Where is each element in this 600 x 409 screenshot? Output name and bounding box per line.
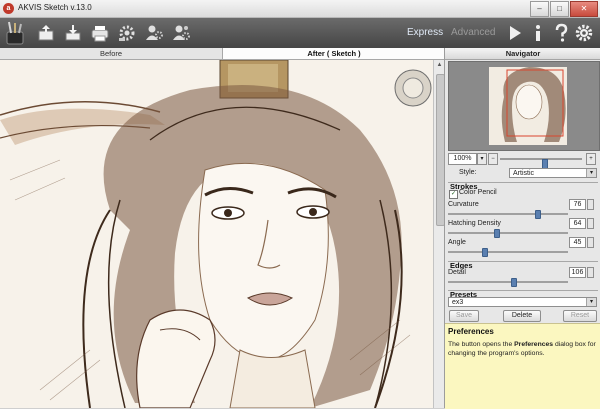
style-select[interactable]: Artistic ▾ [509,168,597,178]
reset-preset-button[interactable]: Reset [563,310,597,322]
detail-spinner[interactable] [587,267,594,278]
angle-value-field[interactable]: 45 [569,237,586,248]
settings-panel: Navigator 100% ▾ − + Style: Artistic ▾ S… [444,48,600,409]
zoom-slider-track[interactable] [500,158,582,170]
navigator-preview[interactable] [448,61,600,151]
edges-section: Edges [448,261,598,270]
curvature-slider-thumb[interactable] [535,210,541,219]
style-value: Artistic [513,170,534,177]
presets-value: ex3 [452,299,464,306]
open-icon[interactable] [36,23,56,43]
curvature-value-field[interactable]: 76 [569,199,586,210]
close-button[interactable]: ✕ [570,1,598,17]
scroll-up-arrow-icon[interactable]: ▲ [435,61,444,70]
maximize-button[interactable]: □ [550,1,569,17]
print-icon[interactable] [90,23,110,43]
plugin-settings-icon[interactable] [144,23,164,43]
zoom-in-icon[interactable]: + [586,153,596,165]
curvature-slider-track[interactable] [448,210,568,219]
style-label: Style: [459,169,477,176]
info-icon[interactable] [528,23,548,43]
hatching-density-slider-thumb[interactable] [494,229,500,238]
curvature-label: Curvature [448,201,479,208]
image-canvas[interactable] [0,60,433,408]
help-text-emphasis: Preferences [514,341,554,348]
navigator-thumbnail [449,62,599,150]
navigator-title: Navigator [445,48,600,60]
help-text-part-1: The button opens the [448,341,515,348]
window-title: AKVIS Sketch v.13.0 [18,3,92,12]
save-icon[interactable] [63,23,83,43]
window-controls: – □ ✕ [530,1,598,17]
detail-label: Detail [448,269,466,276]
color-pencil-label: Color Pencil [459,189,497,196]
help-icon[interactable] [551,23,571,43]
style-dropdown-chevron-icon[interactable]: ▾ [586,169,596,177]
hatching-density-value-field[interactable]: 64 [569,218,586,229]
angle-spinner[interactable] [587,237,594,248]
hatching-density-label: Hatching Density [448,220,501,227]
angle-slider-track[interactable] [448,248,568,257]
delete-preset-button[interactable]: Delete [503,310,541,322]
angle-slider-thumb[interactable] [482,248,488,257]
title-bar: a AKVIS Sketch v.13.0 – □ ✕ [0,0,600,18]
run-icon[interactable] [505,23,525,43]
detail-value-field[interactable]: 106 [569,267,586,278]
zoom-dropdown-chevron-icon[interactable]: ▾ [477,153,487,165]
help-title: Preferences [448,327,494,336]
tab-before[interactable]: Before [0,48,222,59]
advanced-mode-button[interactable]: Advanced [451,27,495,38]
color-pencil-checkbox[interactable]: ✓ [449,190,458,199]
detail-slider-thumb[interactable] [511,278,517,287]
brush-icon[interactable] [4,21,26,45]
presets-select[interactable]: ex3 ▾ [448,297,597,307]
strokes-section: Strokes [448,182,598,191]
view-tabs: Before After ( Sketch ) [0,48,445,60]
curvature-spinner[interactable] [587,199,594,210]
zoom-value-field[interactable]: 100% [448,153,477,165]
sketch-portrait-image [0,60,433,408]
presets-section: Presets [448,290,598,299]
zoom-out-icon[interactable]: − [488,153,498,165]
express-mode-button[interactable]: Express [407,27,443,38]
help-text: The button opens the Preferences dialog … [448,341,596,358]
detail-slider-track[interactable] [448,278,568,287]
batch-settings-icon[interactable] [117,23,137,43]
tab-after[interactable]: After ( Sketch ) [222,48,445,59]
zoom-controls: 100% ▾ − + [448,153,598,170]
help-panel: Preferences The button opens the Prefere… [445,323,600,409]
minimize-button[interactable]: – [530,1,549,17]
preferences-icon[interactable] [574,23,594,43]
app-logo-icon: a [3,3,14,14]
presets-dropdown-chevron-icon[interactable]: ▾ [586,298,596,306]
save-preset-button[interactable]: Save [449,310,479,322]
angle-label: Angle [448,239,466,246]
hatching-density-slider-track[interactable] [448,229,568,238]
toolbar: Express Advanced [0,18,600,49]
hatching-density-spinner[interactable] [587,218,594,229]
plugin-settings-2-icon[interactable] [171,23,191,43]
